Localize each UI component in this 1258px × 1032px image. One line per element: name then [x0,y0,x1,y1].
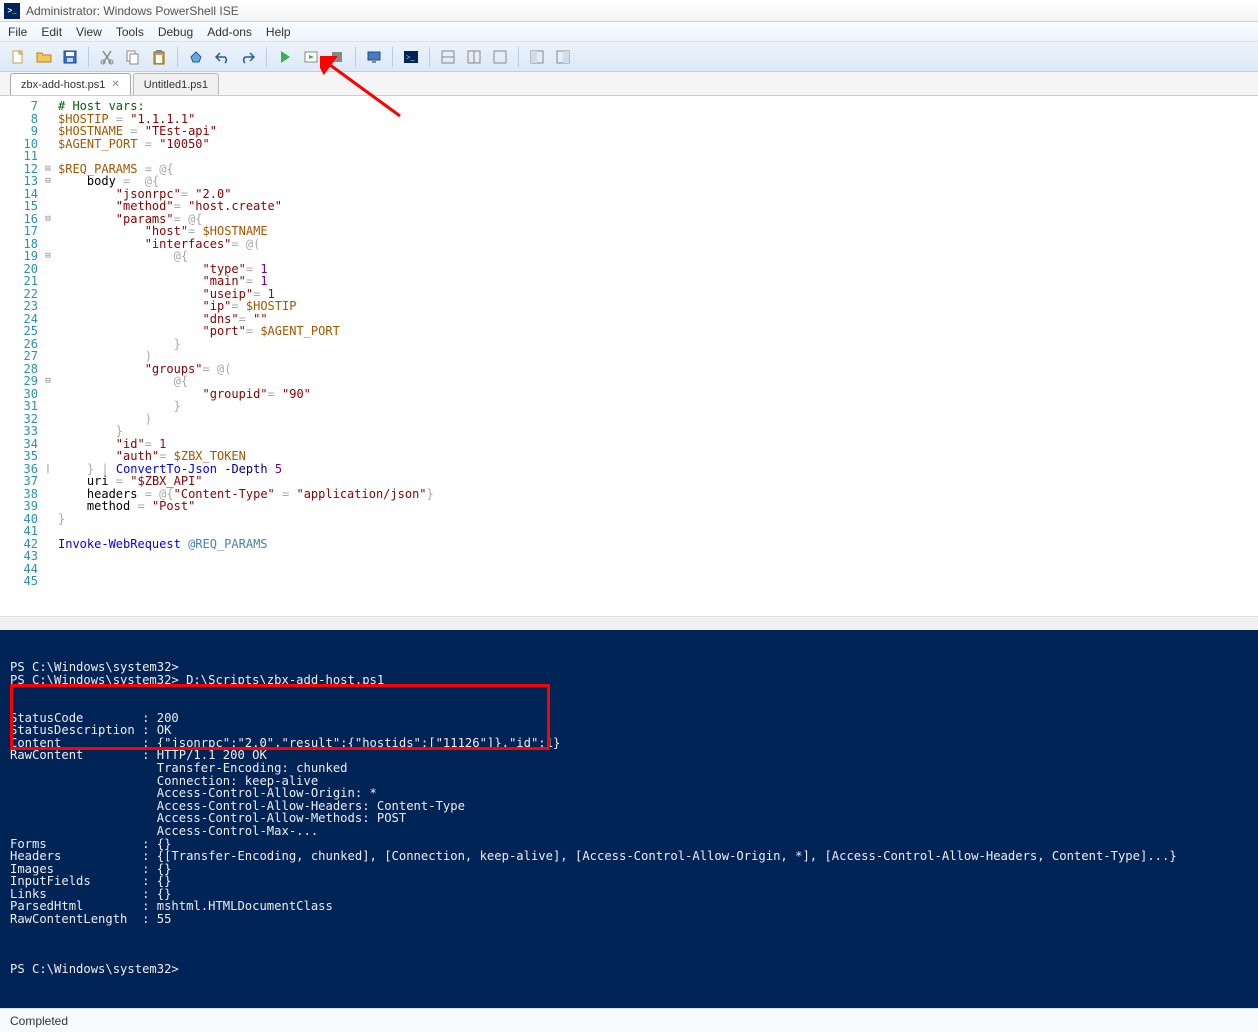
paste-icon [151,49,167,65]
run-selection-icon [303,49,319,65]
app-icon: >_ [4,3,20,19]
toolbar-separator [355,47,356,67]
toolbar-separator [177,47,178,67]
menu-bar: File Edit View Tools Debug Add-ons Help [0,22,1258,42]
line-number-gutter: 7891011121314151617181920212223242526272… [0,96,42,616]
menu-add-ons[interactable]: Add-ons [207,25,252,39]
run-button[interactable] [273,45,297,69]
tab-label: zbx-add-host.ps1 [21,79,105,91]
pane1-icon [440,49,456,65]
ps-icon: >_ [403,49,419,65]
toolbar-separator [429,47,430,67]
new-button[interactable] [6,45,30,69]
ps-button[interactable]: >_ [399,45,423,69]
cut-icon [99,49,115,65]
pane3-icon [492,49,508,65]
remote-button[interactable] [362,45,386,69]
open-button[interactable] [32,45,56,69]
tab-1[interactable]: Untitled1.ps1 [133,73,219,95]
menu-tools[interactable]: Tools [116,25,144,39]
toolbar-separator [266,47,267,67]
tab-bar: zbx-add-host.ps1 ✕ Untitled1.ps1 [0,72,1258,96]
menu-debug[interactable]: Debug [158,25,193,39]
undo-icon [214,49,230,65]
svg-text:>_: >_ [406,53,416,62]
fold-gutter[interactable]: ⊟⊟⊟⊟⊟| [42,96,54,616]
close-icon[interactable]: ✕ [111,79,119,90]
menu-view[interactable]: View [76,25,102,39]
clear-button[interactable] [184,45,208,69]
pane4-button[interactable] [525,45,549,69]
tab-0[interactable]: zbx-add-host.ps1 ✕ [10,73,131,95]
toolbar-separator [518,47,519,67]
stop-icon [329,49,345,65]
toolbar-separator [392,47,393,67]
remote-icon [366,49,382,65]
clear-icon [188,49,204,65]
copy-button[interactable] [121,45,145,69]
cut-button[interactable] [95,45,119,69]
editor-scrollbar[interactable] [0,616,1258,630]
run-selection-button[interactable] [299,45,323,69]
pane1-button[interactable] [436,45,460,69]
pane3-button[interactable] [488,45,512,69]
code-editor[interactable]: 7891011121314151617181920212223242526272… [0,96,1258,616]
pane2-icon [466,49,482,65]
console-output: PS C:\Windows\system32> PS C:\Windows\sy… [10,661,1248,976]
status-text: Completed [10,1014,68,1028]
new-icon [10,49,26,65]
run-icon [277,49,293,65]
toolbar-separator [88,47,89,67]
status-bar: Completed [0,1008,1258,1032]
undo-button[interactable] [210,45,234,69]
redo-button[interactable] [236,45,260,69]
pane5-icon [555,49,571,65]
menu-help[interactable]: Help [266,25,291,39]
toolbar: >_ [0,42,1258,72]
copy-icon [125,49,141,65]
open-icon [36,49,52,65]
pane5-button[interactable] [551,45,575,69]
title-bar: >_ Administrator: Windows PowerShell ISE [0,0,1258,22]
stop-button[interactable] [325,45,349,69]
menu-edit[interactable]: Edit [41,25,62,39]
save-button[interactable] [58,45,82,69]
save-icon [62,49,78,65]
window-title: Administrator: Windows PowerShell ISE [26,4,239,18]
console-pane[interactable]: PS C:\Windows\system32> PS C:\Windows\sy… [0,630,1258,1008]
paste-button[interactable] [147,45,171,69]
tab-label: Untitled1.ps1 [144,79,208,91]
redo-icon [240,49,256,65]
pane4-icon [529,49,545,65]
pane2-button[interactable] [462,45,486,69]
code-area[interactable]: # Host vars:$HOSTIP = "1.1.1.1"$HOSTNAME… [54,96,1258,616]
menu-file[interactable]: File [8,25,27,39]
